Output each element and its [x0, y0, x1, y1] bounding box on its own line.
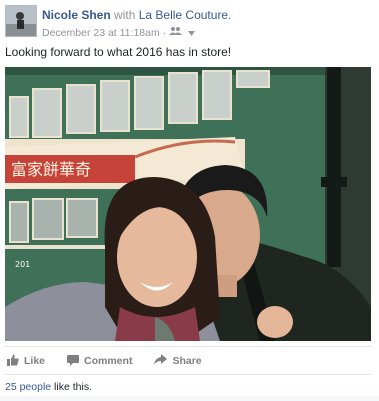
meta-separator: ·	[162, 26, 167, 39]
likes-summary: 25 people like this.	[5, 381, 92, 393]
comment-label: Comment	[84, 355, 133, 367]
friends-icon[interactable]	[169, 26, 185, 39]
author-line: Nicole Shen with La Belle Couture.	[42, 8, 231, 22]
share-label: Share	[172, 355, 202, 367]
facebook-post: Nicole Shen with La Belle Couture. Decem…	[0, 0, 379, 401]
comment-icon	[67, 354, 80, 369]
post-timestamp[interactable]: December 23 at 11:18am	[42, 27, 160, 39]
status-text: Looking forward to what 2016 has in stor…	[5, 45, 232, 59]
post-photo[interactable]: 富家餅華奇 201	[5, 67, 371, 341]
post-actions: Like Comment Share	[5, 350, 371, 372]
tagged-page-link[interactable]: La Belle Couture.	[139, 8, 232, 22]
like-label: Like	[24, 355, 46, 367]
likes-suffix: like this.	[51, 381, 92, 393]
tram-number: 201	[15, 260, 30, 269]
like-button[interactable]: Like	[7, 354, 45, 369]
comment-button[interactable]: Comment	[67, 354, 132, 369]
audience-dropdown-icon[interactable]	[188, 27, 196, 39]
share-arrow-icon	[154, 353, 168, 369]
likes-count-link[interactable]: 25 people	[5, 381, 51, 393]
divider-bottom	[5, 374, 371, 375]
tram-sign-text: 富家餅華奇	[11, 160, 91, 179]
with-text: with	[114, 8, 136, 22]
author-name[interactable]: Nicole Shen	[42, 8, 111, 22]
share-button[interactable]: Share	[154, 353, 202, 369]
avatar[interactable]	[5, 5, 37, 37]
post-header: Nicole Shen with La Belle Couture. Decem…	[5, 5, 374, 39]
divider-top	[5, 346, 371, 347]
post-meta: December 23 at 11:18am ·	[42, 26, 196, 39]
post-footer-strip	[0, 396, 379, 401]
photo-illustration: 富家餅華奇 201	[5, 67, 371, 341]
thumbs-up-icon	[7, 354, 19, 369]
